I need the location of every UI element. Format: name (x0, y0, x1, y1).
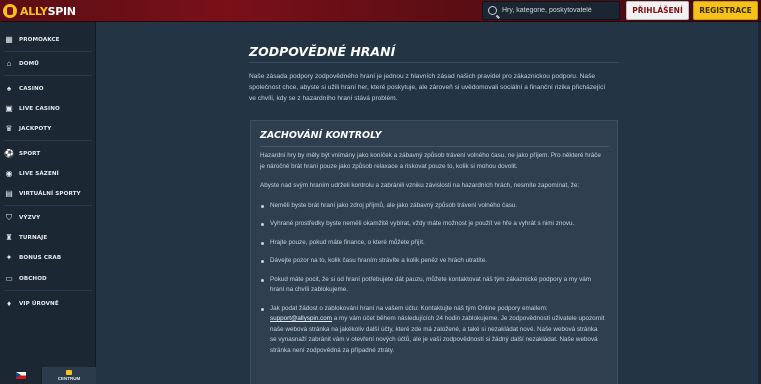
divider (260, 146, 610, 147)
sidebar-item-label: LIVE CASINO (19, 106, 60, 112)
divider (4, 140, 92, 141)
sidebar-item-label: PROMOAKCE (19, 37, 60, 43)
sidebar-item-label: LIVE SÁZENÍ (19, 171, 59, 177)
sidebar-item-live-betting[interactable]: ◉ LIVE SÁZENÍ (0, 164, 96, 184)
chat-icon (66, 370, 72, 375)
card-title: ZACHOVÁNÍ KONTROLY (260, 130, 382, 141)
live-casino-icon: ▣ (5, 104, 13, 113)
support-center-button[interactable]: CENTRUM (42, 367, 96, 384)
sidebar-item-label: OBCHOD (19, 276, 47, 282)
main-content: ZODPOVĚDNÉ HRANÍ Naše zásada podpory zod… (97, 22, 761, 384)
support-center-label: CENTRUM (57, 376, 81, 381)
paragraph: Abyste nad svým hraním udrželi kontrolu … (260, 182, 580, 189)
logo-text-part1: ALLY (20, 4, 48, 18)
tips-list: Neměli byste brát hraní jako zdroj příjm… (260, 201, 605, 357)
sidebar-item-label: TURNAJE (19, 235, 48, 241)
sidebar-item-promo[interactable]: ▦ PROMOAKCE (0, 30, 96, 50)
divider (249, 62, 619, 63)
sidebar-item-challenges[interactable]: ⛉ VÝZVY (0, 208, 96, 228)
divider (4, 51, 92, 52)
sidebar-item-label: CASINO (19, 86, 44, 92)
live-betting-icon: ◉ (5, 169, 13, 178)
sidebar-item-label: JACKPOTY (19, 126, 52, 132)
sidebar-item-label: VÝZVY (19, 215, 41, 221)
sidebar-item-label: VIP ÚROVNĚ (19, 301, 59, 307)
search-icon (488, 6, 497, 15)
list-item: Pokud máte pocit, že si od hraní potřebu… (260, 275, 605, 296)
sidebar-item-live-casino[interactable]: ▣ LIVE CASINO (0, 99, 96, 119)
promo-icon: ▦ (5, 35, 13, 44)
sidebar-item-label: DOMŮ (19, 61, 39, 67)
page-title: ZODPOVĚDNÉ HRANÍ (249, 44, 396, 59)
search-input[interactable] (502, 7, 617, 14)
sidebar-item-home[interactable]: ⌂ DOMŮ (0, 54, 96, 74)
sidebar-item-sport[interactable]: ⚽ SPORT (0, 144, 96, 164)
sidebar-item-label: BONUS CRAB (19, 255, 62, 261)
sidebar-item-vip[interactable]: ♦ VIP ÚROVNĚ (0, 294, 96, 314)
sidebar-item-virtual-sports[interactable]: ▤ VIRTUÁLNÍ SPORTY (0, 184, 96, 204)
list-item: Neměli byste brát hraní jako zdroj příjm… (260, 201, 605, 212)
logo-text: ALLYSPIN (20, 5, 76, 18)
sidebar-item-jackpots[interactable]: ♛ JACKPOTY (0, 119, 96, 139)
logo-text-part2: SPIN (47, 4, 76, 18)
vip-icon: ♦ (6, 299, 12, 308)
casino-icon: ♠ (6, 84, 12, 93)
shop-icon: ▭ (5, 274, 13, 283)
bonus-crab-icon: ✦ (5, 253, 13, 262)
sidebar-item-shop[interactable]: ▭ OBCHOD (0, 269, 96, 289)
support-email-link[interactable]: support@allyspin.com (270, 315, 332, 322)
search-box[interactable] (482, 1, 620, 20)
logo-icon (3, 4, 17, 18)
sport-icon: ⚽ (4, 149, 14, 158)
sidebar-item-casino[interactable]: ♠ CASINO (0, 79, 96, 99)
list-item: Jak podat žádost o zablokování hraní na … (260, 304, 605, 357)
keep-control-card: ZACHOVÁNÍ KONTROLY Hazardní hry by měly … (250, 120, 618, 384)
list-item: Vyhrané prostředky byste neměli okamžitě… (260, 219, 605, 230)
divider (4, 290, 92, 291)
divider (4, 205, 92, 206)
list-item: Hrajte pouze, pokud máte finance, o kter… (260, 238, 605, 249)
paragraph: Hazardní hry by měly být vnímány jako ko… (260, 152, 601, 170)
logo[interactable]: ALLYSPIN (3, 2, 76, 20)
card-body: Hazardní hry by měly být vnímány jako ko… (260, 151, 605, 364)
sidebar-item-label: SPORT (19, 151, 41, 157)
sidebar-item-label: VIRTUÁLNÍ SPORTY (19, 191, 81, 197)
czech-flag-icon (15, 372, 26, 379)
divider (4, 75, 92, 76)
list-item: Dávejte pozor na to, kolik času hraním s… (260, 256, 605, 267)
challenges-icon: ⛉ (6, 213, 12, 222)
virtual-sports-icon: ▤ (5, 189, 13, 198)
intro-text: Naše zásada podpory zodpovědného hraní j… (249, 73, 606, 102)
sidebar-footer: CENTRUM (0, 367, 96, 384)
list-item-text: Jak podat žádost o zablokování hraní na … (270, 304, 548, 312)
login-button[interactable]: PŘIHLÁŠENÍ (626, 1, 689, 20)
sidebar-item-bonus-crab[interactable]: ✦ BONUS CRAB (0, 248, 96, 268)
sidebar: ▦ PROMOAKCE ⌂ DOMŮ ♠ CASINO ▣ LIVE CASIN… (0, 22, 96, 384)
tournaments-icon: ♜ (5, 233, 13, 242)
language-selector[interactable] (0, 367, 42, 384)
top-header: ALLYSPIN PŘIHLÁŠENÍ REGISTRACE (0, 0, 761, 22)
jackpot-icon: ♛ (5, 124, 13, 133)
sidebar-item-tournaments[interactable]: ♜ TURNAJE (0, 228, 96, 248)
home-icon: ⌂ (6, 59, 12, 68)
register-button[interactable]: REGISTRACE (693, 1, 758, 20)
